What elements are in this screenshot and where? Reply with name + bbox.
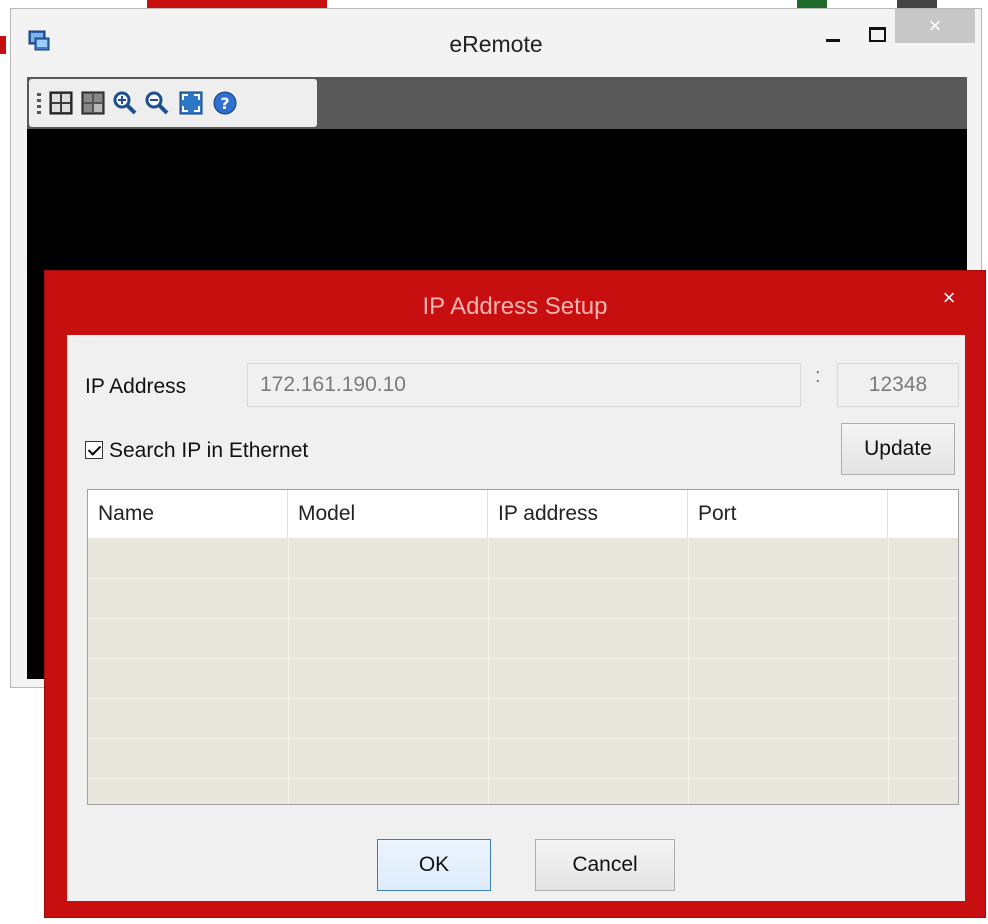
ip-address-setup-dialog: IP Address Setup × IP Address : Search I… [44,270,986,918]
dialog-title: IP Address Setup [422,293,608,320]
zoom-in-icon[interactable] [111,89,139,117]
minimize-button[interactable] [819,21,849,51]
cancel-button[interactable]: Cancel [535,839,675,891]
port-separator: : [815,365,821,387]
table-row [88,658,958,699]
dialog-close-button[interactable]: × [923,281,975,315]
device-table[interactable]: Name Model IP address Port [87,489,959,805]
table-row [88,578,958,619]
ip-address-input[interactable] [247,363,801,407]
update-button[interactable]: Update [841,423,955,475]
toolbar-area: ? [27,77,967,129]
table-header: Name Model IP address Port [88,490,958,538]
table-row [88,698,958,739]
zoom-out-icon[interactable] [143,89,171,117]
layout-1-icon[interactable] [47,89,75,117]
search-ip-label[interactable]: Search IP in Ethernet [109,439,308,463]
title-bar: eRemote × [11,9,981,77]
help-icon[interactable]: ? [211,89,239,117]
close-button[interactable]: × [895,9,975,43]
ok-button[interactable]: OK [377,839,491,891]
column-header-name[interactable]: Name [88,490,288,538]
port-input[interactable] [837,363,959,407]
dialog-body: IP Address : Search IP in Ethernet Updat… [67,335,965,901]
table-row [88,778,958,804]
column-header-ip-address[interactable]: IP address [488,490,688,538]
column-header-port[interactable]: Port [688,490,888,538]
column-header-model[interactable]: Model [288,490,488,538]
ip-address-label: IP Address [85,375,187,398]
table-row [88,618,958,659]
toolbar: ? [29,79,317,127]
maximize-button[interactable] [863,21,893,51]
fullscreen-icon[interactable] [177,89,205,117]
layout-2-icon[interactable] [79,89,107,117]
table-row [88,738,958,779]
svg-text:?: ? [220,94,229,113]
background-window-strip [0,36,6,54]
search-ip-checkbox[interactable] [85,441,103,459]
toolbar-grip-icon[interactable] [37,93,41,117]
